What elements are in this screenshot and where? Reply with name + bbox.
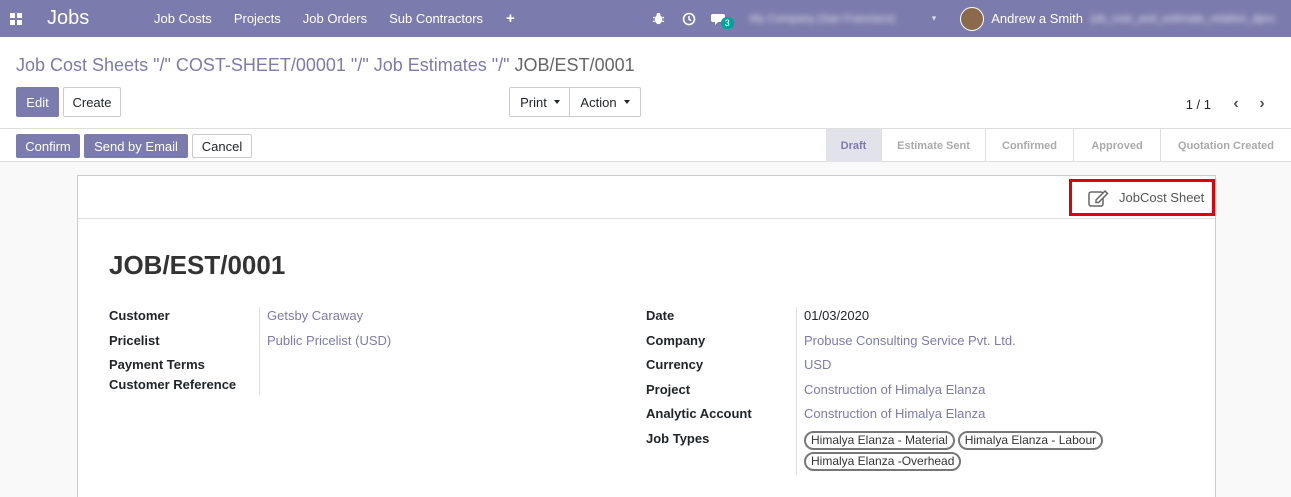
menu-item-projects[interactable]: Projects (223, 11, 292, 26)
stage-draft: Draft (826, 129, 882, 162)
pager: 1 / 1 ‹ › (1186, 95, 1275, 113)
date-field[interactable]: 01/03/2020 (804, 308, 869, 323)
app-brand[interactable]: Jobs (47, 7, 135, 30)
create-button[interactable]: Create (63, 87, 121, 117)
stage-quotation-created: Quotation Created (1178, 139, 1274, 152)
pager-value[interactable]: 1 / 1 (1186, 97, 1211, 112)
record-title: JOB/EST/0001 (109, 250, 286, 280)
user-menu[interactable]: Andrew a Smith (991, 11, 1083, 26)
print-label: Print (520, 94, 547, 110)
cancel-button[interactable]: Cancel (192, 134, 252, 158)
company-caret-icon[interactable]: ▾ (932, 13, 937, 24)
jobcost-sheet-label: JobCost Sheet (1119, 190, 1205, 205)
action-label: Action (580, 94, 617, 110)
stage-approved: Approved (1074, 129, 1161, 162)
navbar-systray: 3 My Company (San Francisco) ▾ Andrew a … (644, 0, 1291, 37)
job-type-tag[interactable]: Himalya Elanza - Material (804, 430, 955, 450)
main-menu: Job Costs Projects Job Orders Sub Contra… (143, 10, 527, 27)
clock-icon[interactable] (674, 12, 704, 26)
status-stages: Draft Estimate Sent Confirmed Approved Q… (826, 129, 1291, 162)
status-bar: Confirm Send by Email Cancel Draft Estim… (0, 128, 1291, 162)
payment-terms-label: Payment Terms (109, 357, 205, 372)
messages-badge: 3 (720, 16, 734, 29)
avatar[interactable] (960, 6, 985, 31)
currency-field[interactable]: USD (804, 357, 831, 372)
database-name: job_cost_and_estimate_relation_dpro (1091, 12, 1275, 25)
control-panel: Job Cost Sheets "/" COST-SHEET/00001 "/"… (0, 37, 1291, 162)
pricelist-field[interactable]: Public Pricelist (USD) (267, 333, 391, 348)
confirm-button[interactable]: Confirm (16, 134, 80, 158)
action-caret-icon (623, 100, 630, 104)
right-values: 01/03/2020 Probuse Consulting Service Pv… (804, 308, 1204, 473)
menu-item-job-costs[interactable]: Job Costs (143, 11, 223, 26)
job-type-tag[interactable]: Himalya Elanza -Overhead (804, 451, 962, 471)
right-divider (796, 307, 797, 475)
customer-field[interactable]: Getsby Caraway (267, 308, 363, 323)
analytic-account-label: Analytic Account (646, 406, 752, 421)
company-field[interactable]: Probuse Consulting Service Pvt. Ltd. (804, 333, 1016, 348)
print-caret-icon (553, 100, 560, 104)
analytic-account-field[interactable]: Construction of Himalya Elanza (804, 406, 985, 421)
edit-icon (1088, 189, 1109, 207)
print-dropdown[interactable]: Print (509, 87, 570, 117)
job-types-field: Himalya Elanza - Material Himalya Elanza … (804, 430, 1124, 473)
company-switcher[interactable]: My Company (San Francisco) (750, 13, 932, 25)
action-dropdown[interactable]: Action (569, 87, 641, 117)
bug-icon[interactable] (644, 12, 674, 25)
breadcrumb-active: JOB/EST/0001 (514, 55, 635, 75)
chat-icon[interactable]: 3 (704, 12, 734, 29)
apps-menu-icon[interactable] (0, 0, 32, 37)
top-navbar: Jobs Job Costs Projects Job Orders Sub C… (0, 0, 1291, 37)
left-values: Getsby Caraway Public Pricelist (USD) (267, 308, 627, 357)
project-label: Project (646, 381, 691, 397)
jobcost-sheet-button[interactable]: JobCost Sheet (1069, 179, 1215, 216)
right-labels: Date Company Currency Project Analytic A… (646, 308, 796, 455)
chevron-right-icon[interactable]: › (1249, 95, 1275, 113)
customer-label: Customer (109, 308, 170, 323)
stage-confirmed: Confirmed (986, 129, 1074, 162)
date-label: Date (646, 308, 675, 323)
left-labels: Customer Pricelist Payment Terms Custome… (109, 308, 259, 402)
edit-button[interactable]: Edit (16, 87, 59, 117)
button-box: JobCost Sheet (78, 176, 1215, 219)
breadcrumb: Job Cost Sheets "/" COST-SHEET/00001 "/"… (16, 55, 635, 76)
pricelist-label: Pricelist (109, 332, 160, 348)
add-menu-icon[interactable]: + (494, 10, 527, 27)
form-sheet: JobCost Sheet JOB/EST/0001 Customer Pric… (77, 175, 1216, 497)
chevron-left-icon[interactable]: ‹ (1223, 95, 1249, 113)
project-field[interactable]: Construction of Himalya Elanza (804, 382, 985, 397)
menu-item-sub-contractors[interactable]: Sub Contractors (378, 11, 494, 26)
company-label: Company (646, 332, 706, 348)
stage-estimate-sent: Estimate Sent (882, 129, 986, 162)
customer-reference-label: Customer Reference (109, 377, 237, 392)
menu-item-job-orders[interactable]: Job Orders (292, 11, 378, 26)
send-by-email-button[interactable]: Send by Email (84, 134, 188, 158)
currency-label: Currency (646, 357, 704, 372)
job-type-tag[interactable]: Himalya Elanza - Labour (957, 430, 1104, 450)
job-types-label: Job Types (646, 430, 710, 446)
breadcrumb-links[interactable]: Job Cost Sheets "/" COST-SHEET/00001 "/"… (16, 55, 515, 75)
left-divider (259, 307, 260, 395)
